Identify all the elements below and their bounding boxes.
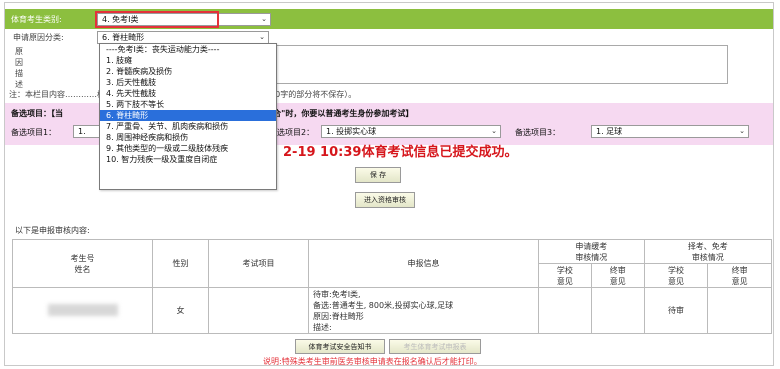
col-final1: 终审 意见 — [590, 263, 645, 288]
dropdown-option[interactable]: 7. 严重骨、关节、肌肉疾病和损伤 — [100, 121, 276, 132]
dropdown-option[interactable]: 5. 两下肢不等长 — [100, 99, 276, 110]
review-table: 考生号 姓名 性别 考试项目 申报信息 申请缓考 审核情况 择考、免考 审核情况… — [12, 239, 773, 334]
item3-label: 备选项目3： — [515, 128, 561, 137]
col-id-name: 考生号 姓名 — [12, 239, 153, 288]
dropdown-option[interactable]: 9. 其他类型的一级或二级肢体残疾 — [100, 143, 276, 154]
print-warning: 说明:特殊类考生审前医务审核申请表在报名确认后才能打印。 — [263, 357, 482, 366]
col-slow-group: 申请缓考 审核情况 — [538, 239, 645, 264]
col-final2: 终审 意见 — [707, 263, 772, 288]
redacted-text — [47, 303, 118, 316]
review-list-title: 以下是申报审核内容: — [15, 226, 90, 235]
cell-gender: 女 — [152, 287, 209, 334]
item1-label: 备选项目1： — [11, 128, 57, 137]
dropdown-option[interactable]: 2. 脊髓疾病及损伤 — [100, 66, 276, 77]
main-frame: 体育考生类别: 4. 免考Ⅰ类 ⌄ 申请原因分类: 6. 脊柱畸形 ⌄ 原 因 … — [4, 2, 774, 366]
table-row: 女 待审:免考Ⅰ类, 备选:普通考生, 800米,投掷实心球,足球 原因:脊柱畸… — [12, 287, 772, 334]
chevron-down-icon: ⌄ — [491, 127, 497, 135]
item3-select[interactable]: 1. 足球 ⌄ — [591, 125, 749, 138]
safety-notice-button[interactable]: 体育考试安全告知书 — [295, 339, 385, 354]
cell-status: 待审 — [643, 287, 709, 334]
save-button[interactable]: 保 存 — [355, 167, 401, 183]
cell-school1 — [538, 287, 592, 334]
col-exempt-group: 择考、免考 审核情况 — [643, 239, 773, 264]
item2-select[interactable]: 1. 投掷实心球 ⌄ — [321, 125, 501, 138]
cell-id-name — [12, 287, 153, 334]
chevron-down-icon: ⌄ — [259, 33, 265, 41]
cell-info: 待审:免考Ⅰ类, 备选:普通考生, 800米,投掷实心球,足球 原因:脊柱畸形 … — [308, 287, 539, 334]
reason-row: 申请原因分类: 6. 脊柱畸形 ⌄ — [5, 30, 773, 44]
dropdown-option[interactable]: 8. 周围神经疾病和损伤 — [100, 132, 276, 143]
print-form-button[interactable]: 考生体育考试申报表 — [389, 339, 481, 354]
exam-type-row: 体育考生类别: 4. 免考Ⅰ类 ⌄ — [5, 9, 773, 29]
highlight-box — [95, 11, 219, 28]
dropdown-option[interactable]: ----免考Ⅰ类：丧失运动能力类---- — [100, 44, 276, 55]
exam-type-label: 体育考生类别: — [11, 15, 62, 24]
reason-dropdown-list[interactable]: ----免考Ⅰ类：丧失运动能力类---- 1. 肢瘫 2. 脊髓疾病及损伤 3.… — [99, 43, 277, 190]
col-gender: 性别 — [152, 239, 209, 288]
dropdown-option[interactable]: 4. 先天性截肢 — [100, 88, 276, 99]
dropdown-option[interactable]: 3. 后天性截肢 — [100, 77, 276, 88]
chevron-down-icon: ⌄ — [739, 127, 745, 135]
reason-value: 6. 脊柱畸形 — [102, 33, 145, 42]
reason-label: 申请原因分类: — [13, 33, 64, 42]
description-label: 原 因 描 述 — [15, 47, 23, 89]
col-school1: 学校 意见 — [538, 263, 592, 288]
col-info: 申报信息 — [308, 239, 539, 288]
col-school2: 学校 意见 — [643, 263, 709, 288]
review-button[interactable]: 进入资格审核 — [355, 192, 415, 208]
dropdown-option[interactable]: 1. 肢瘫 — [100, 55, 276, 66]
cell-final2 — [707, 287, 772, 334]
success-message: 2-19 10:39体育考试信息已提交成功。 — [283, 145, 518, 160]
dropdown-option-selected[interactable]: 6. 脊柱畸形 — [100, 110, 276, 121]
col-exam: 考试项目 — [208, 239, 309, 288]
dropdown-option[interactable]: 10. 智力残疾一级及重度自闭症 — [100, 154, 276, 165]
cell-final1 — [590, 287, 645, 334]
cell-exam — [208, 287, 309, 334]
chevron-down-icon: ⌄ — [261, 15, 267, 23]
